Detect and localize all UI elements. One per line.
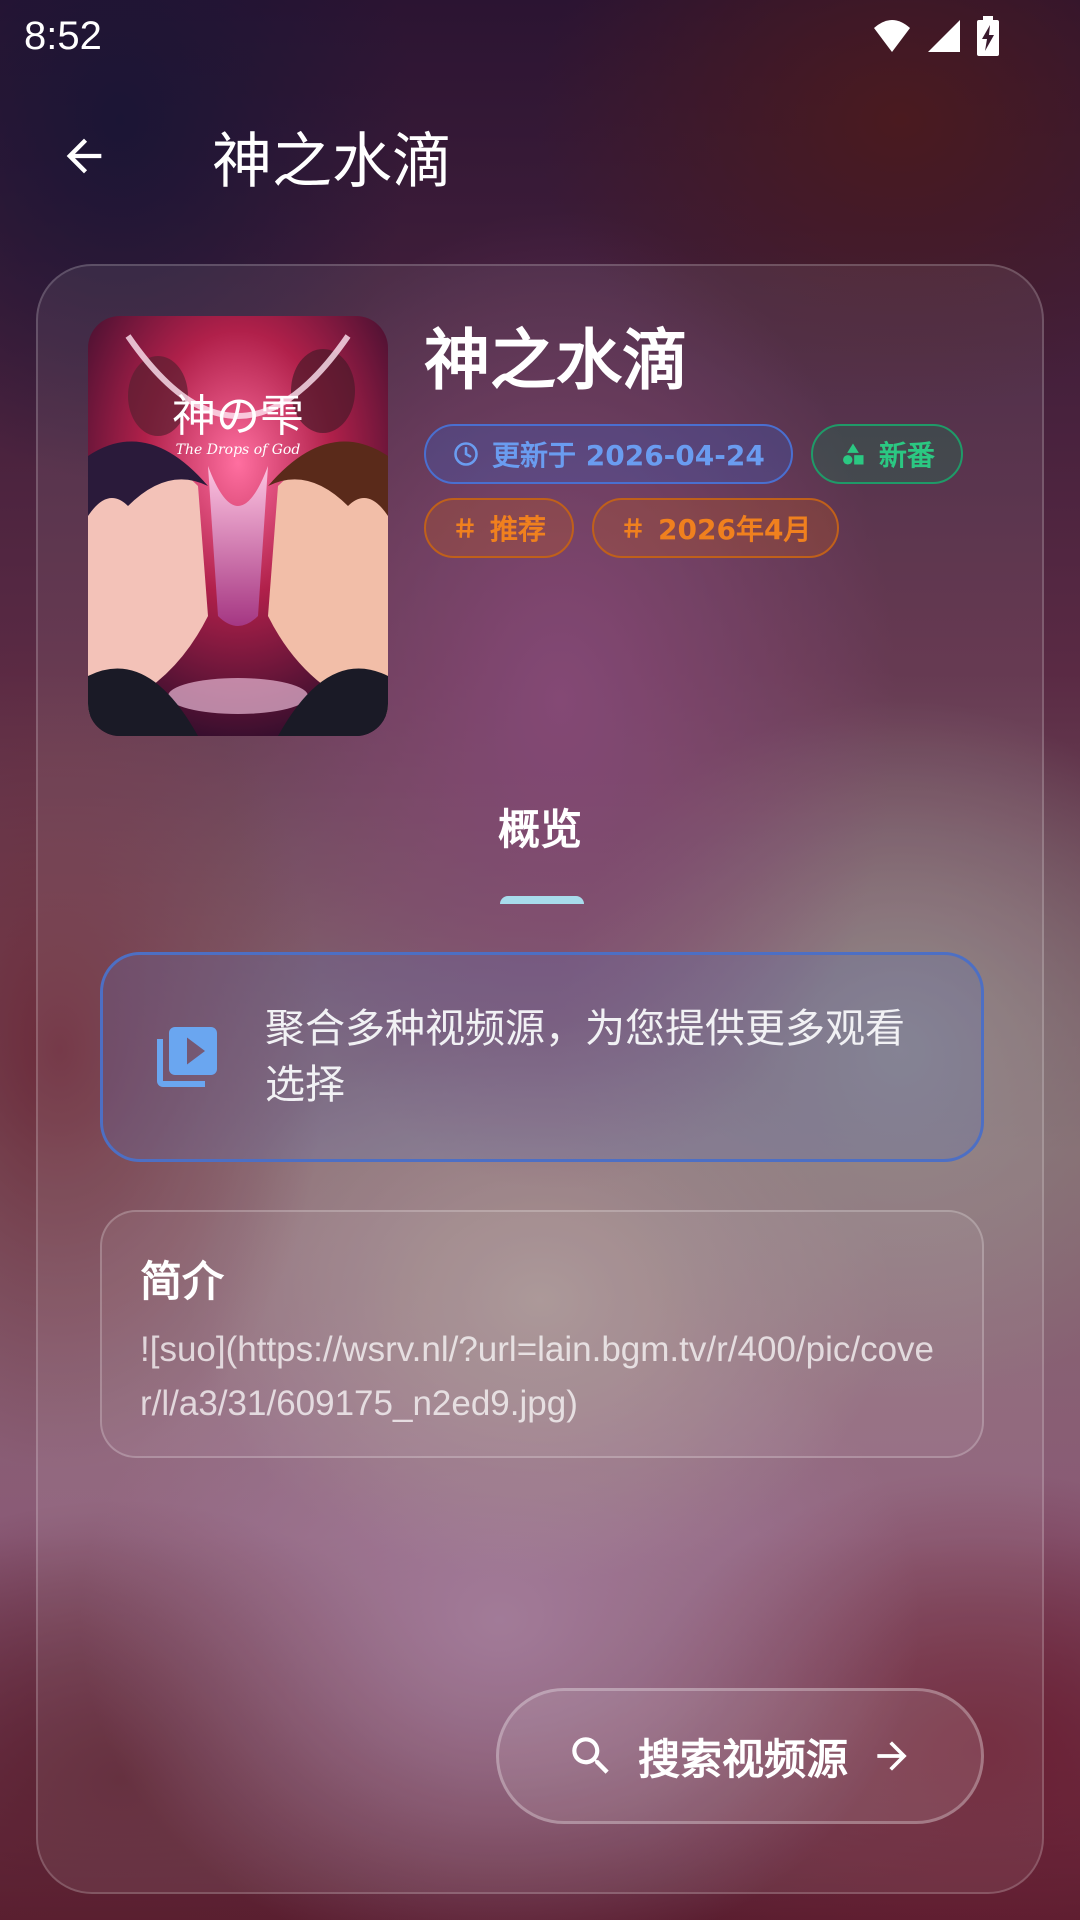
detail-card: 神の雫 The Drops of God 神之水滴 更新于 2026-04-24… xyxy=(36,264,1044,1894)
arrow-right-icon xyxy=(877,1741,907,1771)
video-library-icon xyxy=(157,1027,217,1087)
title-info: 神之水滴 更新于 2026-04-24 新番 推荐 2026年4月 xyxy=(424,316,984,558)
clock-icon xyxy=(454,442,478,466)
wifi-icon xyxy=(874,20,910,52)
search-video-source-button[interactable]: 搜索视频源 xyxy=(496,1688,984,1824)
arrow-left-icon xyxy=(66,138,102,174)
status-time: 8:52 xyxy=(24,13,102,58)
summary-body: ![suo](https://wsrv.nl/?url=lain.bgm.tv/… xyxy=(140,1330,934,1423)
season-tag-chip[interactable]: 2026年4月 xyxy=(592,498,840,558)
status-bar: 8:52 xyxy=(0,0,1080,72)
page-title: 神之水滴 xyxy=(212,126,452,197)
cover-poster[interactable]: 神の雫 The Drops of God xyxy=(88,316,388,736)
anime-title: 神之水滴 xyxy=(424,322,688,399)
tag-chips: 更新于 2026-04-24 新番 推荐 2026年4月 xyxy=(424,424,984,558)
shapes-icon xyxy=(842,443,864,465)
new-season-chip: 新番 xyxy=(810,424,963,484)
poster-image: 神の雫 The Drops of God xyxy=(88,316,388,736)
notice-text: 聚合多种视频源，为您提供更多观看选择 xyxy=(265,1006,905,1108)
signal-icon xyxy=(928,20,960,52)
updated-chip: 更新于 2026-04-24 xyxy=(424,424,793,484)
search-button-label: 搜索视频源 xyxy=(637,1734,848,1784)
new-season-chip-label: 新番 xyxy=(878,439,935,472)
recommend-tag-label: 推荐 xyxy=(490,513,547,546)
hash-icon xyxy=(624,518,642,538)
recommend-tag-chip[interactable]: 推荐 xyxy=(424,498,575,558)
tab-indicator xyxy=(500,896,584,904)
video-source-notice: 聚合多种视频源，为您提供更多观看选择 xyxy=(100,952,984,1162)
hash-icon xyxy=(456,518,474,538)
summary-section: 简介 ![suo](https://wsrv.nl/?url=lain.bgm.… xyxy=(100,1210,984,1458)
status-icons xyxy=(872,16,1000,56)
poster-title-text: 神の雫 xyxy=(172,391,304,442)
app-bar: 神之水滴 xyxy=(0,100,1080,212)
search-icon xyxy=(572,1737,609,1774)
tab-overview[interactable]: 概览 xyxy=(38,796,1042,857)
summary-title: 简介 xyxy=(140,1257,225,1306)
tab-overview-label: 概览 xyxy=(497,805,582,854)
back-button[interactable] xyxy=(36,108,132,204)
updated-chip-label: 更新于 2026-04-24 xyxy=(492,439,765,472)
season-tag-label: 2026年4月 xyxy=(658,513,812,546)
poster-subtitle-text: The Drops of God xyxy=(176,442,301,458)
battery-charging-icon xyxy=(977,16,999,56)
